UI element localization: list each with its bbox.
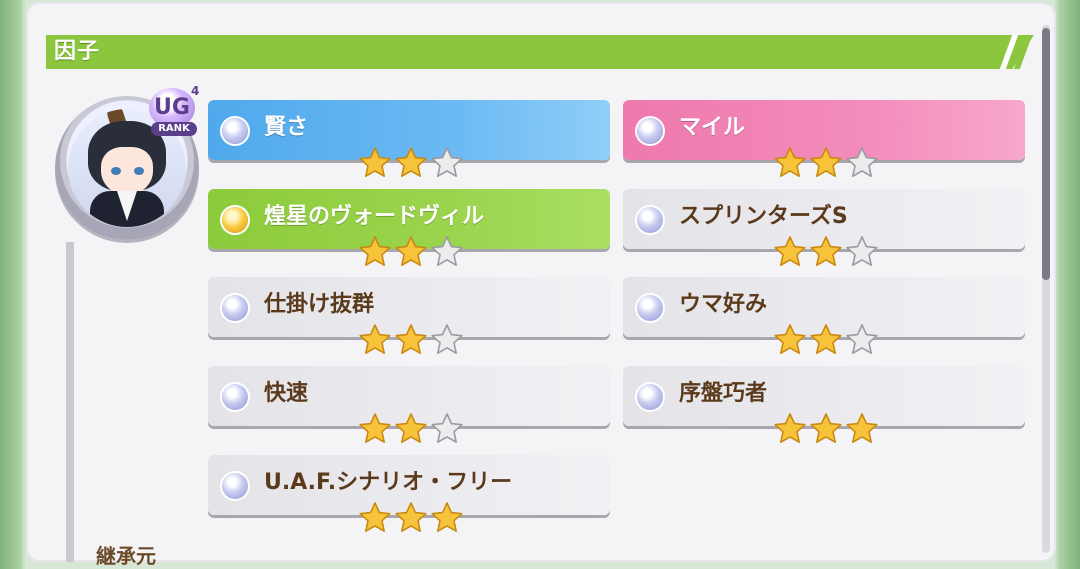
star-filled-icon (810, 147, 842, 177)
star-empty-icon (846, 324, 878, 354)
silver-orb-icon (637, 384, 663, 410)
factor-card[interactable]: 煌星のヴォードヴィル (208, 189, 610, 266)
factor-stars (358, 323, 464, 357)
factor-stars (773, 146, 879, 180)
factor-card[interactable]: マイル (623, 100, 1025, 177)
factor-name: ウマ好み (679, 292, 768, 317)
star-empty-icon (846, 236, 878, 266)
rank-badge-superscript: 4 (191, 84, 200, 98)
factor-name: U.A.F.シナリオ・フリー (264, 470, 513, 495)
silver-orb-icon (222, 384, 248, 410)
star-empty-icon (846, 147, 878, 177)
factor-name: 仕掛け抜群 (264, 292, 375, 317)
factor-name: 快速 (264, 381, 309, 406)
factor-stars (358, 501, 464, 535)
silver-orb-icon (222, 118, 248, 144)
section-title: 因子 (54, 39, 101, 64)
star-filled-icon (359, 502, 391, 532)
factor-card[interactable]: 仕掛け抜群 (208, 277, 610, 354)
star-filled-icon (810, 324, 842, 354)
star-empty-icon (431, 236, 463, 266)
factor-card[interactable]: U.A.F.シナリオ・フリー (208, 455, 610, 532)
rank-badge: UG 4 RANK (145, 84, 203, 144)
star-filled-icon (359, 147, 391, 177)
gold-orb-icon (222, 207, 248, 233)
star-filled-icon (395, 236, 427, 266)
star-filled-icon (359, 324, 391, 354)
factor-card[interactable]: 賢さ (208, 100, 610, 177)
character-eye-left (111, 167, 121, 175)
star-filled-icon (359, 413, 391, 443)
factor-name: マイル (679, 115, 746, 140)
character-eye-right (134, 167, 144, 175)
silver-orb-icon (222, 473, 248, 499)
factor-card[interactable]: 序盤巧者 (623, 366, 1025, 443)
section-header-bar (46, 35, 1034, 69)
factor-name: 煌星のヴォードヴィル (264, 204, 485, 229)
star-empty-icon (431, 413, 463, 443)
star-filled-icon (359, 236, 391, 266)
factor-card[interactable]: 快速 (208, 366, 610, 443)
star-filled-icon (774, 324, 806, 354)
factor-card[interactable]: ウマ好み (623, 277, 1025, 354)
star-filled-icon (395, 324, 427, 354)
star-filled-icon (395, 502, 427, 532)
factor-stars (358, 235, 464, 269)
star-filled-icon (810, 236, 842, 266)
factor-card[interactable]: スプリンターズS (623, 189, 1025, 266)
star-empty-icon (431, 147, 463, 177)
scrollbar-thumb[interactable] (1042, 28, 1050, 280)
factor-stars (358, 146, 464, 180)
star-filled-icon (810, 413, 842, 443)
factor-stars (773, 235, 879, 269)
star-filled-icon (395, 413, 427, 443)
rank-badge-label: RANK (151, 122, 197, 136)
star-filled-icon (774, 147, 806, 177)
factor-name: 序盤巧者 (679, 381, 768, 406)
character-face (101, 147, 153, 195)
silver-orb-icon (637, 207, 663, 233)
star-filled-icon (395, 147, 427, 177)
factor-name: 賢さ (264, 115, 309, 140)
silver-orb-icon (637, 295, 663, 321)
tree-connector-line (66, 242, 74, 562)
footer-partial-text: 継承元 (96, 544, 156, 568)
factor-name: スプリンターズS (679, 204, 848, 229)
star-filled-icon (774, 413, 806, 443)
factor-stars (773, 412, 879, 446)
star-filled-icon (431, 502, 463, 532)
factor-stars (773, 323, 879, 357)
star-filled-icon (774, 236, 806, 266)
silver-orb-icon (637, 118, 663, 144)
star-filled-icon (846, 413, 878, 443)
factor-stars (358, 412, 464, 446)
silver-orb-icon (222, 295, 248, 321)
star-empty-icon (431, 324, 463, 354)
